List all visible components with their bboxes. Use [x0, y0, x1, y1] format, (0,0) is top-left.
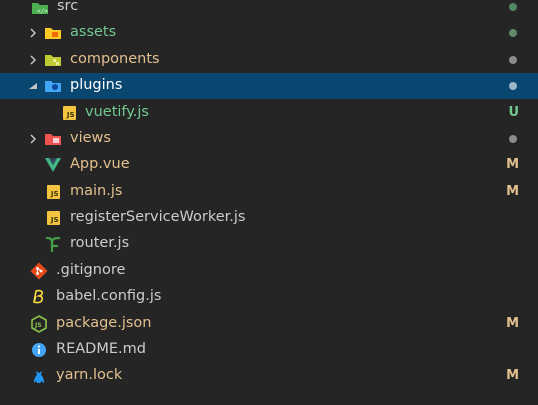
tree-item-vuetify-js[interactable]: JS vuetify.js U	[0, 100, 538, 126]
folder-views-icon	[44, 130, 62, 148]
tree-item-label: router.js	[70, 235, 130, 251]
status-dot	[509, 3, 517, 11]
tree-item-label: package.json	[56, 315, 152, 331]
javascript-file-icon: JS	[60, 104, 78, 122]
tree-item-label: README.md	[56, 341, 146, 357]
nodejs-icon: JS	[30, 315, 48, 333]
tree-item-components[interactable]: components	[0, 47, 538, 73]
tree-item-yarn-lock[interactable]: yarn.lock M	[0, 363, 538, 389]
chevron-right-icon[interactable]	[27, 54, 39, 66]
tree-item-label: plugins	[70, 77, 123, 93]
vue-file-icon	[44, 156, 62, 174]
untracked-badge: U	[508, 105, 519, 120]
tree-item-label: App.vue	[70, 156, 130, 172]
tree-item-label: babel.config.js	[56, 288, 162, 304]
javascript-file-icon: JS	[44, 209, 62, 227]
chevron-down-icon[interactable]	[27, 80, 39, 92]
svg-text:JS: JS	[34, 322, 42, 329]
tree-item-package-json[interactable]: JS package.json M	[0, 311, 538, 337]
chevron-right-icon[interactable]	[27, 27, 39, 39]
git-icon	[30, 262, 48, 280]
tree-item-src[interactable]: </> src	[0, 0, 538, 18]
tree-item-assets[interactable]: assets	[0, 20, 538, 46]
yarn-cat-icon	[30, 367, 48, 385]
tree-item-label: main.js	[70, 183, 123, 199]
status-dot	[509, 29, 517, 37]
folder-src-open-icon: </>	[31, 0, 49, 17]
tree-item-main-js[interactable]: JS main.js M	[0, 179, 538, 205]
status-dot	[509, 56, 517, 64]
tree-item-router-js[interactable]: router.js	[0, 231, 538, 257]
tree-item-gitignore[interactable]: .gitignore	[0, 258, 538, 284]
javascript-file-icon: JS	[44, 183, 62, 201]
tree-item-readme[interactable]: README.md	[0, 337, 538, 363]
modified-badge: M	[506, 368, 519, 383]
tree-item-label: components	[70, 51, 160, 67]
tree-item-views[interactable]: views	[0, 126, 538, 152]
folder-assets-icon	[44, 24, 62, 42]
modified-badge: M	[506, 316, 519, 331]
status-dot	[509, 82, 517, 90]
folder-components-icon	[44, 51, 62, 69]
info-icon	[30, 341, 48, 359]
status-dot	[509, 135, 517, 143]
chevron-right-icon[interactable]	[27, 133, 39, 145]
folder-plugins-open-icon	[44, 77, 62, 95]
tree-item-label: src	[57, 0, 79, 14]
tree-item-label: registerServiceWorker.js	[70, 209, 246, 225]
tree-item-babel-config[interactable]: babel.config.js	[0, 284, 538, 310]
tree-item-label: .gitignore	[56, 262, 126, 278]
tree-item-register-service-worker[interactable]: JS registerServiceWorker.js	[0, 205, 538, 231]
tree-item-label: yarn.lock	[56, 367, 123, 383]
router-file-icon	[44, 235, 62, 253]
tree-item-label: views	[70, 130, 111, 146]
tree-item-plugins[interactable]: plugins	[0, 73, 538, 99]
modified-badge: M	[506, 157, 519, 172]
svg-text:</>: </>	[37, 8, 48, 15]
tree-item-label: assets	[70, 24, 117, 40]
tree-item-label: vuetify.js	[85, 104, 149, 120]
modified-badge: M	[506, 184, 519, 199]
tree-item-app-vue[interactable]: App.vue M	[0, 152, 538, 178]
babel-icon	[30, 288, 48, 306]
